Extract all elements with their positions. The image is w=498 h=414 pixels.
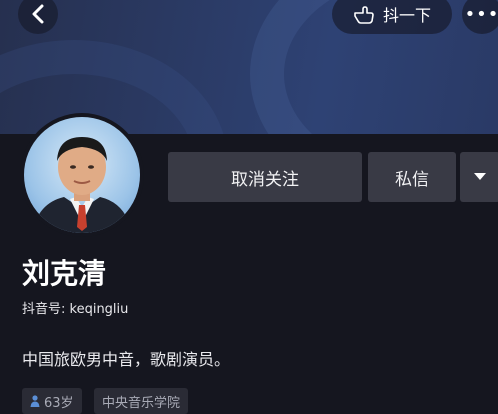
caret-down-icon <box>474 173 486 180</box>
unfollow-button[interactable]: 取消关注 <box>168 152 362 202</box>
avatar-portrait <box>32 137 132 233</box>
message-label: 私信 <box>395 169 429 190</box>
doushou-button[interactable]: 抖一下 <box>332 0 452 34</box>
douyin-id: 抖音号: keqingliu <box>22 302 129 317</box>
dropdown-button[interactable] <box>460 152 498 202</box>
doushou-label: 抖一下 <box>382 6 431 25</box>
chevron-left-icon <box>32 4 44 24</box>
profile-name: 刘克清 <box>22 257 107 290</box>
school-label: 中央音乐学院 <box>102 395 181 411</box>
school-tag: 中央音乐学院 <box>94 388 189 414</box>
banner-decoration <box>0 40 228 134</box>
unfollow-label: 取消关注 <box>231 169 299 190</box>
age-tag: 63岁 <box>22 388 82 414</box>
more-dots-icon: ••• <box>464 3 498 25</box>
avatar-photo <box>24 117 140 233</box>
person-icon <box>30 395 40 407</box>
avatar[interactable] <box>20 113 144 237</box>
hand-pointing-icon <box>354 6 374 24</box>
message-button[interactable]: 私信 <box>368 152 456 202</box>
profile-bio: 中国旅欧男中音，歌剧演员。 <box>22 350 231 369</box>
age-label: 63岁 <box>44 395 74 411</box>
